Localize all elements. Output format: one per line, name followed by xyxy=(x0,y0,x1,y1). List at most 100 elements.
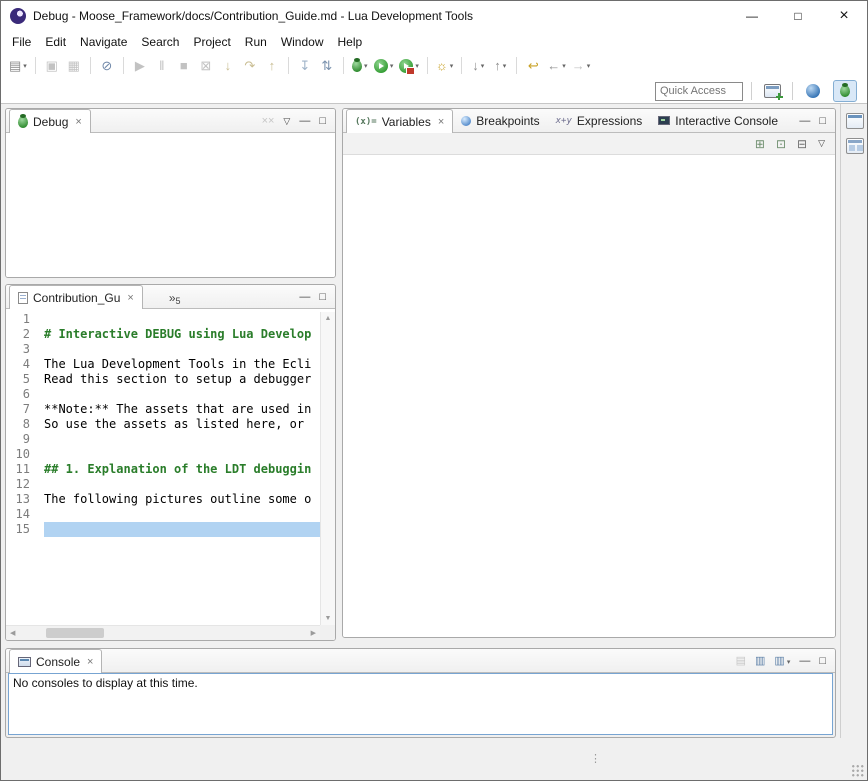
scroll-left-icon[interactable]: ◀ xyxy=(10,630,15,637)
view-menu-icon[interactable]: ▽ xyxy=(283,117,290,126)
minimize-view-icon[interactable]: — xyxy=(799,116,810,127)
menu-navigate[interactable]: Navigate xyxy=(73,33,134,51)
editor-line[interactable]: 4The Lua Development Tools in the Ecli xyxy=(6,357,320,372)
save-icon[interactable]: ▣ xyxy=(42,55,62,77)
step-into-icon[interactable]: ↓ xyxy=(218,55,238,77)
external-tools-icon[interactable]: ▾ xyxy=(397,55,421,77)
editor-line[interactable]: 12 xyxy=(6,477,320,492)
editor-line[interactable]: 14 xyxy=(6,507,320,522)
editor-lines[interactable]: 12# Interactive DEBUG using Lua Develop3… xyxy=(6,312,320,625)
show-type-names-icon[interactable]: ⊞ xyxy=(755,138,765,150)
menu-edit[interactable]: Edit xyxy=(38,33,73,51)
scroll-up-icon[interactable]: ▲ xyxy=(325,315,332,322)
minimize-view-icon[interactable]: — xyxy=(299,116,310,127)
minimized-view-restore-icon[interactable] xyxy=(846,113,864,129)
menu-run[interactable]: Run xyxy=(238,33,274,51)
variables-view-content[interactable] xyxy=(343,155,835,637)
disconnect-icon[interactable]: ⊠ xyxy=(196,55,216,77)
scroll-down-icon[interactable]: ▼ xyxy=(325,615,332,622)
menu-search[interactable]: Search xyxy=(134,33,186,51)
last-edit-location-icon[interactable]: ↩ xyxy=(523,55,543,77)
quick-access-input[interactable] xyxy=(655,82,743,101)
editor-line[interactable]: 7**Note:** The assets that are used in xyxy=(6,402,320,417)
lua-perspective-button[interactable] xyxy=(801,80,825,102)
editor-line[interactable]: 15 xyxy=(6,522,320,537)
tab-contribution-guide[interactable]: Contribution_Gu × xyxy=(9,285,143,309)
editor-line[interactable]: 6 xyxy=(6,387,320,402)
editor-horizontal-scrollbar[interactable]: ◀ ▶ xyxy=(6,625,320,640)
maximize-view-icon[interactable]: □ xyxy=(319,116,326,127)
tab-console[interactable]: Console × xyxy=(9,649,102,673)
scrollbar-thumb[interactable] xyxy=(46,628,104,638)
editor-tab-overflow-button[interactable]: » 5 xyxy=(163,289,187,308)
editor-line[interactable]: 5Read this section to setup a debugger xyxy=(6,372,320,387)
drop-to-frame-icon[interactable]: ↧ xyxy=(295,55,315,77)
tab-breakpoints[interactable]: Breakpoints xyxy=(453,109,547,132)
window-resize-grip[interactable] xyxy=(851,764,865,778)
debug-icon[interactable]: ▾ xyxy=(350,55,370,77)
skip-all-breakpoints-icon[interactable]: ⊘ xyxy=(97,55,117,77)
open-new-console-button[interactable]: ▥ ▾ xyxy=(774,656,790,667)
minimize-window-button[interactable]: — xyxy=(729,1,775,31)
show-logical-structures-icon[interactable]: ⊡ xyxy=(776,138,786,150)
menu-project[interactable]: Project xyxy=(186,33,237,51)
editor-line[interactable]: 13The following pictures outline some o xyxy=(6,492,320,507)
editor-line[interactable]: 10 xyxy=(6,447,320,462)
scroll-right-icon[interactable]: ▶ xyxy=(311,630,316,637)
close-tab-icon[interactable]: × xyxy=(438,116,444,128)
new-wizard-icon[interactable]: ▤▾ xyxy=(7,55,29,77)
remove-all-terminated-icon[interactable]: ×× xyxy=(262,116,275,127)
close-tab-icon[interactable]: × xyxy=(87,656,93,668)
tab-expressions[interactable]: x+yExpressions xyxy=(548,109,651,132)
minimized-outline-view-icon[interactable] xyxy=(846,138,864,154)
open-perspective-button[interactable] xyxy=(760,80,784,102)
resume-icon[interactable]: ▶ xyxy=(130,55,150,77)
use-step-filters-icon[interactable]: ⇅ xyxy=(317,55,337,77)
display-selected-console-icon[interactable]: ▥ xyxy=(755,656,765,667)
close-window-button[interactable]: × xyxy=(821,1,867,31)
editor-line[interactable]: 8So use the assets as listed here, or xyxy=(6,417,320,432)
console-view-content[interactable]: No consoles to display at this time. xyxy=(8,673,833,735)
maximize-view-icon[interactable]: □ xyxy=(319,292,326,303)
next-annotation-icon[interactable]: ↓▾ xyxy=(468,55,488,77)
minimize-view-icon[interactable]: — xyxy=(799,656,810,667)
view-menu-icon[interactable]: ▽ xyxy=(818,139,825,148)
workbench: Debug × ×× ▽ — □ Contribution_Gu × xyxy=(1,104,867,780)
back-icon[interactable]: ←▾ xyxy=(545,55,568,77)
tab-interactive-console[interactable]: Interactive Console xyxy=(650,109,786,132)
editor-vertical-scrollbar[interactable]: ▲ ▼ xyxy=(320,312,335,625)
close-tab-icon[interactable]: × xyxy=(127,292,133,304)
run-icon[interactable]: ▾ xyxy=(372,55,396,77)
open-console-icon[interactable]: ▤ xyxy=(736,656,746,667)
toolbar-separator xyxy=(792,82,793,100)
sash-handle[interactable]: ⋮ xyxy=(590,752,601,765)
terminate-icon[interactable]: ■ xyxy=(174,55,194,77)
search-icon[interactable]: ☼▾ xyxy=(434,55,455,77)
maximize-view-icon[interactable]: □ xyxy=(819,116,826,127)
line-number: 15 xyxy=(6,522,34,537)
save-all-icon[interactable]: ▦ xyxy=(64,55,84,77)
editor-line[interactable]: 11## 1. Explanation of the LDT debuggin xyxy=(6,462,320,477)
maximize-view-icon[interactable]: □ xyxy=(819,656,826,667)
step-over-icon[interactable]: ↷ xyxy=(240,55,260,77)
editor-line[interactable]: 3 xyxy=(6,342,320,357)
suspend-icon[interactable]: ‖ xyxy=(152,55,172,77)
previous-annotation-icon[interactable]: ↑▾ xyxy=(490,55,510,77)
step-return-icon[interactable]: ↑ xyxy=(262,55,282,77)
debug-view-content[interactable] xyxy=(6,133,335,277)
menu-window[interactable]: Window xyxy=(274,33,331,51)
editor-line[interactable]: 1 xyxy=(6,312,320,327)
editor-area: Contribution_Gu × » 5 — □ 12# Interactiv… xyxy=(5,284,336,641)
menu-file[interactable]: File xyxy=(5,33,38,51)
menu-help[interactable]: Help xyxy=(331,33,370,51)
tab-debug[interactable]: Debug × xyxy=(9,109,91,133)
debug-perspective-button[interactable] xyxy=(833,80,857,102)
editor-line[interactable]: 9 xyxy=(6,432,320,447)
maximize-window-button[interactable]: □ xyxy=(775,1,821,31)
collapse-all-icon[interactable]: ⊟ xyxy=(797,138,807,150)
editor-line[interactable]: 2# Interactive DEBUG using Lua Develop xyxy=(6,327,320,342)
minimize-view-icon[interactable]: — xyxy=(299,292,310,303)
forward-icon[interactable]: →▾ xyxy=(570,55,593,77)
close-tab-icon[interactable]: × xyxy=(75,116,81,128)
tab-variables[interactable]: (x)=Variables× xyxy=(346,109,453,133)
